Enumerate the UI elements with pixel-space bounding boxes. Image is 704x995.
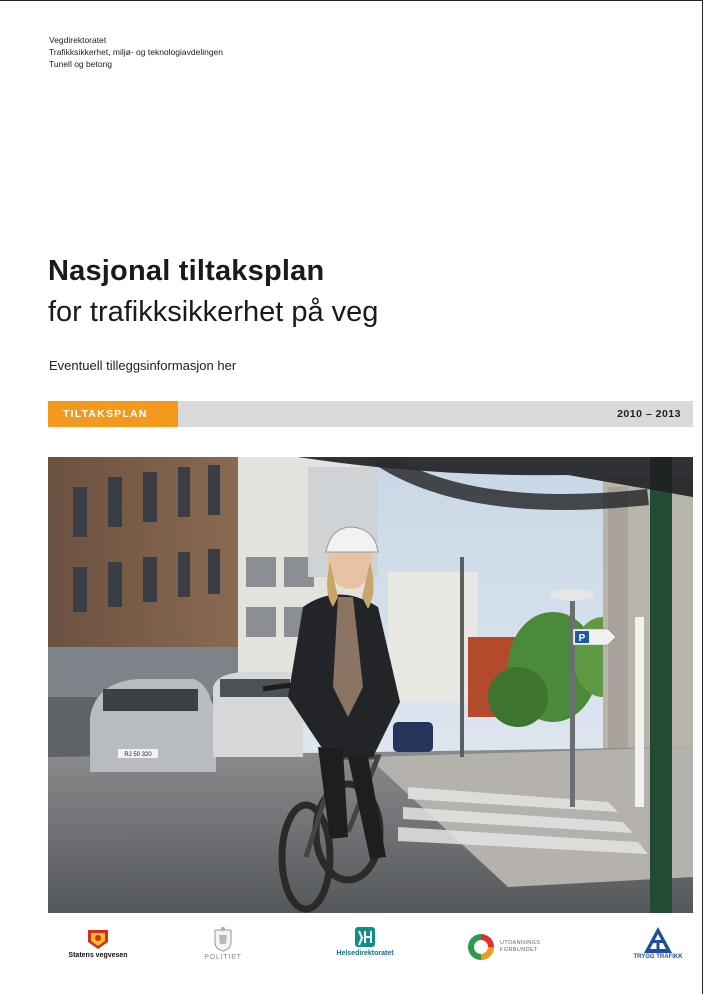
document-header: Vegdirektoratet Trafikksikkerhet, miljø-…: [49, 34, 223, 70]
header-section: Tunell og betong: [49, 59, 113, 69]
utdanningsforbundet-logo: UTDANNINGS FORBUNDET: [466, 932, 556, 962]
page-title: Nasjonal tiltaksplan: [48, 255, 325, 287]
politiet-logo: POLITIET: [193, 926, 253, 961]
subtitle: Eventuell tilleggsinformasjon her: [49, 358, 237, 373]
partner-logos: Statens vegvesen POLITIET Helsedirektora…: [48, 926, 693, 976]
helsedirektoratet-icon: [355, 927, 375, 947]
period-years: 2010 – 2013: [617, 408, 681, 420]
utdanningsforbundet-icon: [468, 934, 494, 960]
cover-photo: RJ 50 320 P: [48, 457, 693, 913]
helsedirektoratet-logo: Helsedirektoratet: [310, 926, 420, 957]
category-band: TILTAKSPLAN 2010 – 2013: [48, 401, 693, 427]
helsedirektoratet-label: Helsedirektoratet: [336, 950, 394, 957]
statens-vegvesen-label: Statens vegvesen: [68, 952, 128, 959]
utdanningsforbundet-label-line2: FORBUNDET: [500, 947, 538, 953]
parking-sign-label: P: [579, 633, 586, 644]
trygg-trafikk-label: TRYGG TRAFIKK: [633, 954, 683, 960]
cover-photo-illustration: RJ 50 320 P: [48, 457, 693, 913]
statens-vegvesen-icon: [88, 930, 108, 949]
header-organization: Vegdirektoratet: [49, 35, 107, 45]
politiet-label: POLITIET: [204, 954, 242, 961]
trygg-trafikk-icon: [644, 927, 672, 953]
trygg-trafikk-logo: TRYGG TRAFIKK: [628, 926, 688, 960]
statens-vegvesen-logo: Statens vegvesen: [48, 926, 148, 959]
utdanningsforbundet-label-line1: UTDANNINGS: [500, 940, 541, 946]
header-department: Trafikksikkerhet, miljø- og teknologiavd…: [49, 47, 224, 57]
license-plate-text: RJ 50 320: [124, 752, 152, 758]
category-tag: TILTAKSPLAN: [48, 401, 178, 427]
politiet-crest-icon: [214, 927, 232, 952]
page-title-subline: for trafikksikkerhet på veg: [48, 296, 379, 328]
